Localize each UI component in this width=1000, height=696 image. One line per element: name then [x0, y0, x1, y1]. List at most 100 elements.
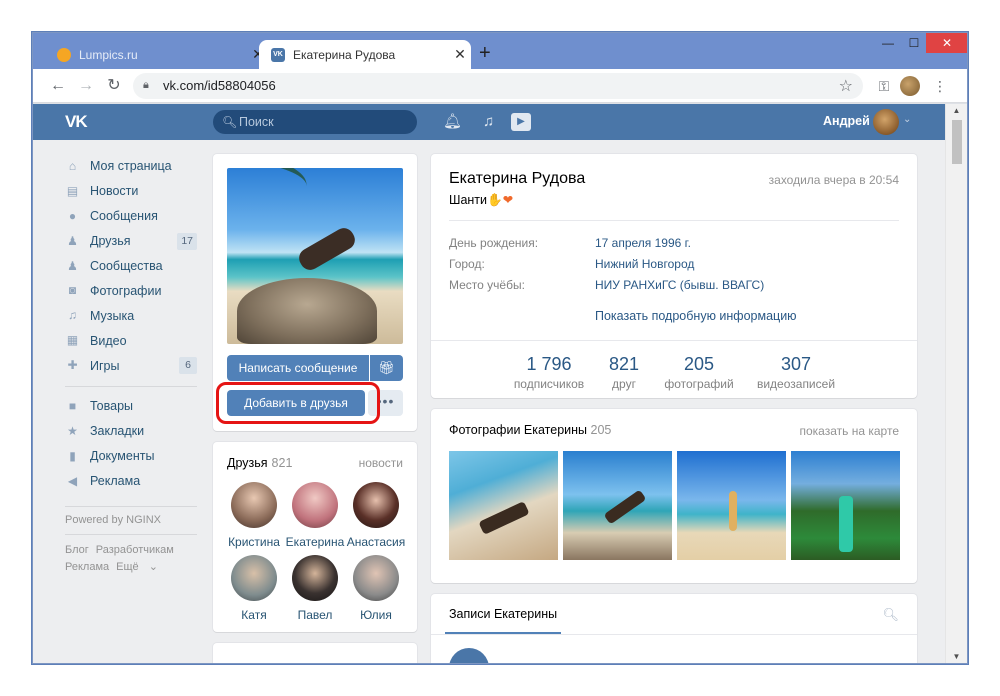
address-bar[interactable]: 🔒︎ vk.com/id58804056 ☆ — [133, 73, 863, 99]
photo-thumbnail[interactable] — [791, 451, 900, 560]
menu-item-messages[interactable]: ● Сообщения — [65, 204, 197, 229]
vk-logo-icon[interactable]: VK — [65, 112, 88, 132]
bell-icon[interactable]: 🔔︎ — [443, 110, 462, 134]
menu-item-news[interactable]: ▤ Новости — [65, 179, 197, 204]
stat-label: друг — [612, 377, 636, 391]
close-tab-icon[interactable]: ✕ — [449, 46, 471, 63]
divider — [431, 340, 917, 341]
menu-item-ads[interactable]: ◀ Реклама — [65, 469, 197, 494]
reload-icon[interactable]: ↻ — [103, 75, 125, 97]
friend-item[interactable]: Кристина — [223, 482, 285, 549]
tab-wall-posts[interactable]: Записи Екатерины — [445, 594, 562, 634]
avatar — [353, 482, 399, 528]
photo-thumbnail[interactable] — [563, 451, 672, 560]
powered-by: Powered by NGINX — [65, 513, 161, 526]
gift-icon[interactable]: 🎁︎ — [370, 355, 403, 381]
friend-item[interactable]: Екатерина — [284, 482, 346, 549]
wall-search-icon[interactable]: 🔍︎ — [882, 607, 899, 623]
footer-link-ads[interactable]: Реклама — [65, 561, 109, 573]
menu-item-bookmarks[interactable]: ★ Закладки — [65, 419, 197, 444]
profile-info-card: Екатерина Рудова заходила вчера в 20:54 … — [431, 154, 917, 398]
games-icon: ✚ — [67, 358, 78, 373]
tab-lumpics[interactable]: Lumpics.ru ✕ — [45, 40, 269, 69]
left-menu: ⌂ Моя страница ▤ Новости ● Сообщения ♟ Друзь… — [65, 154, 197, 576]
info-value[interactable]: Нижний Новгород — [595, 257, 694, 271]
photo-thumbnail[interactable] — [677, 451, 786, 560]
info-value[interactable]: 17 апреля 1996 г. — [595, 236, 691, 250]
search-placeholder: Поиск — [239, 115, 274, 129]
friend-item[interactable]: Анастасия — [345, 482, 407, 549]
back-arrow-icon[interactable]: ← — [47, 75, 69, 97]
camera-icon: ◙ — [68, 283, 77, 298]
menu-item-documents[interactable]: ▮ Документы — [65, 444, 197, 469]
photos-header[interactable]: Фотографии Екатерины 205 — [449, 423, 611, 437]
stat-videos[interactable]: 307 видеозаписей — [751, 354, 841, 391]
friend-name: Анастасия — [346, 535, 406, 549]
show-on-map-link[interactable]: показать на карте — [800, 424, 900, 438]
wall-card: Записи Екатерины 🔍︎ — [431, 594, 917, 663]
vk-page: VK 🔍︎ Поиск 🔔︎ ♫ ▶ Андрей ⌄ ⌂ Моя страниц… — [33, 104, 945, 663]
maximize-icon[interactable]: ☐ — [899, 33, 929, 53]
avatar — [353, 555, 399, 601]
window-close-icon[interactable]: ✕ — [926, 33, 967, 53]
menu-label: Друзья — [90, 234, 131, 249]
friend-item[interactable]: Павел — [284, 555, 346, 622]
menu-kebab-icon[interactable]: ⋮ — [929, 75, 951, 97]
vk-search-input[interactable]: 🔍︎ Поиск — [213, 110, 417, 134]
key-icon[interactable]: ⚿ — [873, 75, 895, 97]
scroll-thumb[interactable] — [952, 120, 962, 164]
menu-item-photos[interactable]: ◙ Фотографии — [65, 278, 197, 303]
current-user-name[interactable]: Андрей — [823, 114, 870, 128]
stat-friends[interactable]: 821 друг — [599, 354, 649, 391]
chevron-down-icon[interactable]: ⌄ — [903, 114, 911, 125]
info-value[interactable]: НИУ РАНХиГС (бывш. ВВАГС) — [595, 278, 764, 292]
send-message-button[interactable]: Написать сообщение — [227, 355, 369, 381]
menu-item-games[interactable]: ✚ Игры 6 — [65, 353, 197, 378]
profile-avatar-icon[interactable] — [899, 75, 921, 97]
friends-count-badge: 17 — [177, 232, 197, 250]
bookmark-star-icon[interactable]: ☆ — [839, 76, 853, 96]
menu-label: Реклама — [90, 474, 141, 489]
footer-link-blog[interactable]: Блог — [65, 544, 89, 556]
menu-item-groups[interactable]: ♟ Сообщества — [65, 254, 197, 279]
friend-item[interactable]: Юлия — [345, 555, 407, 622]
menu-item-friends[interactable]: ♟ Друзья 17 — [65, 229, 197, 254]
stat-number: 307 — [780, 354, 812, 374]
stat-followers[interactable]: 1 796 подписчиков — [509, 354, 589, 391]
footer-links: Блог Разработчикам Реклама Ещё ⌄ — [65, 542, 197, 576]
stat-photos[interactable]: 205 фотографий — [659, 354, 739, 391]
footer-link-developers[interactable]: Разработчикам — [96, 544, 174, 556]
profile-photo[interactable] — [227, 168, 403, 344]
current-user-avatar[interactable] — [873, 109, 899, 135]
menu-item-video[interactable]: ▦ Видео — [65, 328, 197, 353]
play-icon[interactable]: ▶ — [511, 113, 531, 131]
friend-name: Катя — [241, 608, 267, 622]
stat-label: фотографий — [664, 377, 734, 391]
news-icon: ▤ — [66, 183, 79, 198]
scroll-up-icon[interactable]: ▲ — [946, 104, 967, 118]
page-scrollbar[interactable]: ▲ ▼ — [945, 104, 967, 663]
tab-vk-profile[interactable]: VK Екатерина Рудова ✕ — [259, 40, 471, 69]
photo-thumbnail[interactable] — [449, 451, 558, 560]
forward-arrow-icon[interactable]: → — [75, 75, 97, 97]
photos-card: Фотографии Екатерины 205 показать на кар… — [431, 409, 917, 583]
music-note-icon[interactable]: ♫ — [483, 110, 494, 134]
footer-link-more[interactable]: Ещё ⌄ — [116, 561, 158, 573]
menu-label: Игры — [90, 358, 120, 373]
menu-item-music[interactable]: ♫ Музыка — [65, 303, 197, 328]
menu-divider — [65, 505, 197, 507]
scroll-down-icon[interactable]: ▼ — [946, 650, 967, 663]
tab-title: Екатерина Рудова — [293, 47, 396, 62]
menu-item-my-page[interactable]: ⌂ Моя страница — [65, 154, 197, 179]
friends-header[interactable]: Друзья 821 — [227, 456, 292, 470]
friends-news-link[interactable]: новости — [359, 456, 403, 470]
document-icon: ▮ — [69, 448, 76, 463]
friend-item[interactable]: Катя — [223, 555, 285, 622]
show-more-link[interactable]: Показать подробную информацию — [595, 309, 797, 323]
new-tab-icon[interactable]: + — [479, 43, 491, 63]
browser-window: Lumpics.ru ✕ VK Екатерина Рудова ✕ + — ☐… — [32, 32, 968, 664]
games-count-badge: 6 — [179, 357, 197, 375]
profile-status: Шанти✋❤ — [449, 193, 514, 207]
friends-card: Друзья 821 новости Кристина Екатерина Ана… — [213, 442, 417, 632]
menu-item-goods[interactable]: ■ Товары — [65, 394, 197, 419]
